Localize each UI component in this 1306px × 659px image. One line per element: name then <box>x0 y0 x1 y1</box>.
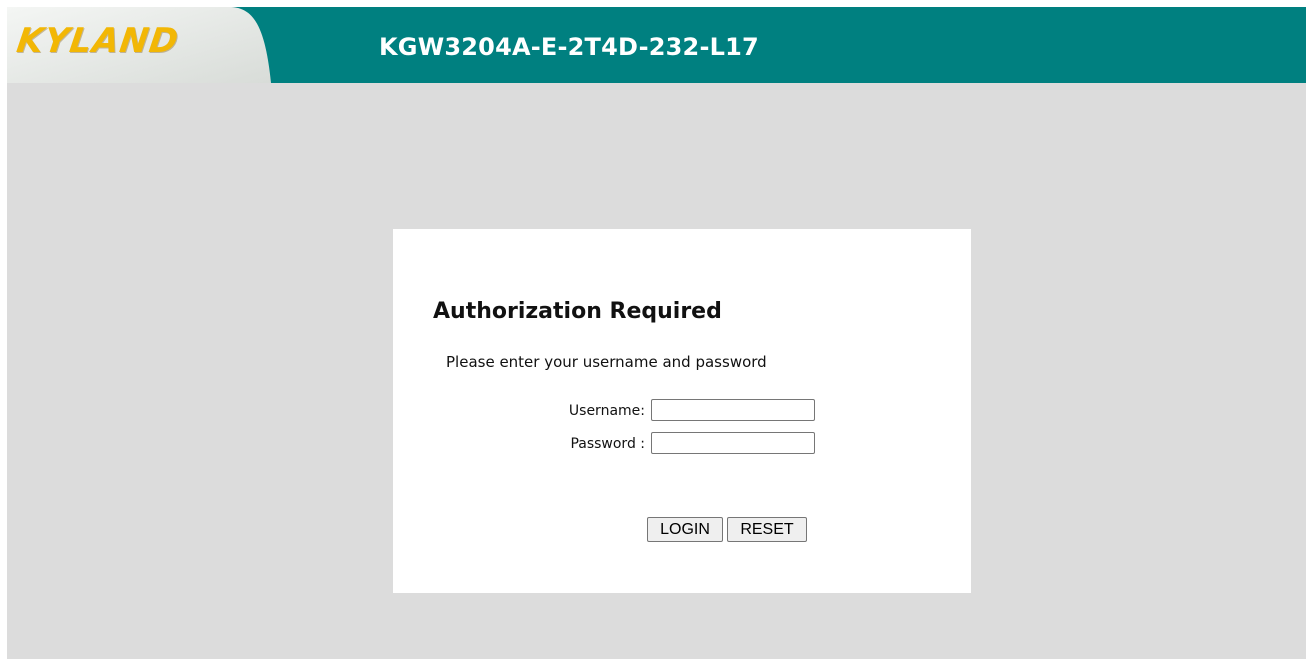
page-title: Authorization Required <box>433 299 722 324</box>
reset-button[interactable]: RESET <box>727 517 807 542</box>
username-input[interactable] <box>651 399 815 421</box>
username-label: Username: <box>568 403 645 419</box>
kyland-logo: KYLAND <box>14 21 182 61</box>
password-label: Password : <box>570 436 645 452</box>
device-title: KGW3204A-E-2T4D-232-L17 <box>379 33 759 61</box>
login-card: Authorization Required Please enter your… <box>393 229 971 593</box>
password-row: Password : <box>393 432 971 458</box>
login-button[interactable]: LOGIN <box>647 517 723 542</box>
username-row: Username: <box>393 399 971 425</box>
password-input[interactable] <box>651 432 815 454</box>
login-instructions: Please enter your username and password <box>446 353 767 371</box>
header-bar: KYLAND KGW3204A-E-2T4D-232-L17 <box>7 7 1306 83</box>
page-background: KYLAND KGW3204A-E-2T4D-232-L17 Authoriza… <box>7 7 1306 659</box>
logo-panel: KYLAND <box>7 7 277 83</box>
